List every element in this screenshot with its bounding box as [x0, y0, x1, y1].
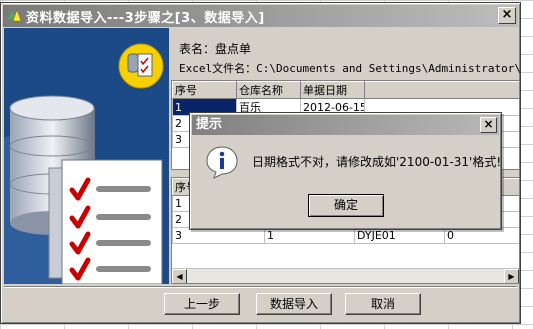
scroll-right-icon[interactable]: ▶ [504, 269, 519, 283]
horizontal-scrollbar[interactable]: ◀ ▶ [172, 268, 519, 283]
column-header-empty [364, 81, 519, 99]
title-bar[interactable]: 资料数据导入---3步骤之[3、数据导入] × [3, 5, 518, 27]
column-header[interactable]: 单据日期 [300, 81, 365, 99]
table-name-label: 表名：盘点单 [179, 42, 252, 56]
prev-step-button[interactable]: 上一步 [164, 293, 240, 315]
column-header[interactable]: 仓库名称 [236, 81, 301, 99]
dialog-title: 提示 [196, 117, 223, 132]
app-icon [6, 8, 22, 24]
window-title: 资料数据导入---3步骤之[3、数据导入] [26, 10, 265, 26]
cancel-button[interactable]: 取消 [345, 293, 421, 315]
ok-button[interactable]: 确定 [308, 194, 384, 217]
grid-header-row: 序号 仓库名称 单据日期 [172, 81, 519, 99]
scroll-track[interactable] [187, 269, 504, 283]
import-data-button[interactable]: 数据导入 [256, 293, 332, 315]
column-header[interactable]: 序号 [172, 81, 237, 99]
button-bar: 上一步 数据导入 取消 [4, 286, 517, 322]
dialog-close-button[interactable]: × [480, 117, 497, 133]
window-close-button[interactable]: × [498, 7, 516, 24]
info-icon [205, 145, 239, 179]
dialog-message: 日期格式不对，请修改成如'2100-01-31'格式! [252, 155, 502, 169]
alert-dialog: 提示 × 日期格式不对，请修改成如'2100-01-31'格式! 确定 [189, 112, 502, 230]
wizard-illustration [4, 28, 169, 284]
dialog-title-bar[interactable]: 提示 × [192, 115, 499, 135]
scroll-left-icon[interactable]: ◀ [172, 269, 187, 283]
excel-file-path: Excel文件名：C:\Documents and Settings\Admin… [179, 62, 520, 75]
